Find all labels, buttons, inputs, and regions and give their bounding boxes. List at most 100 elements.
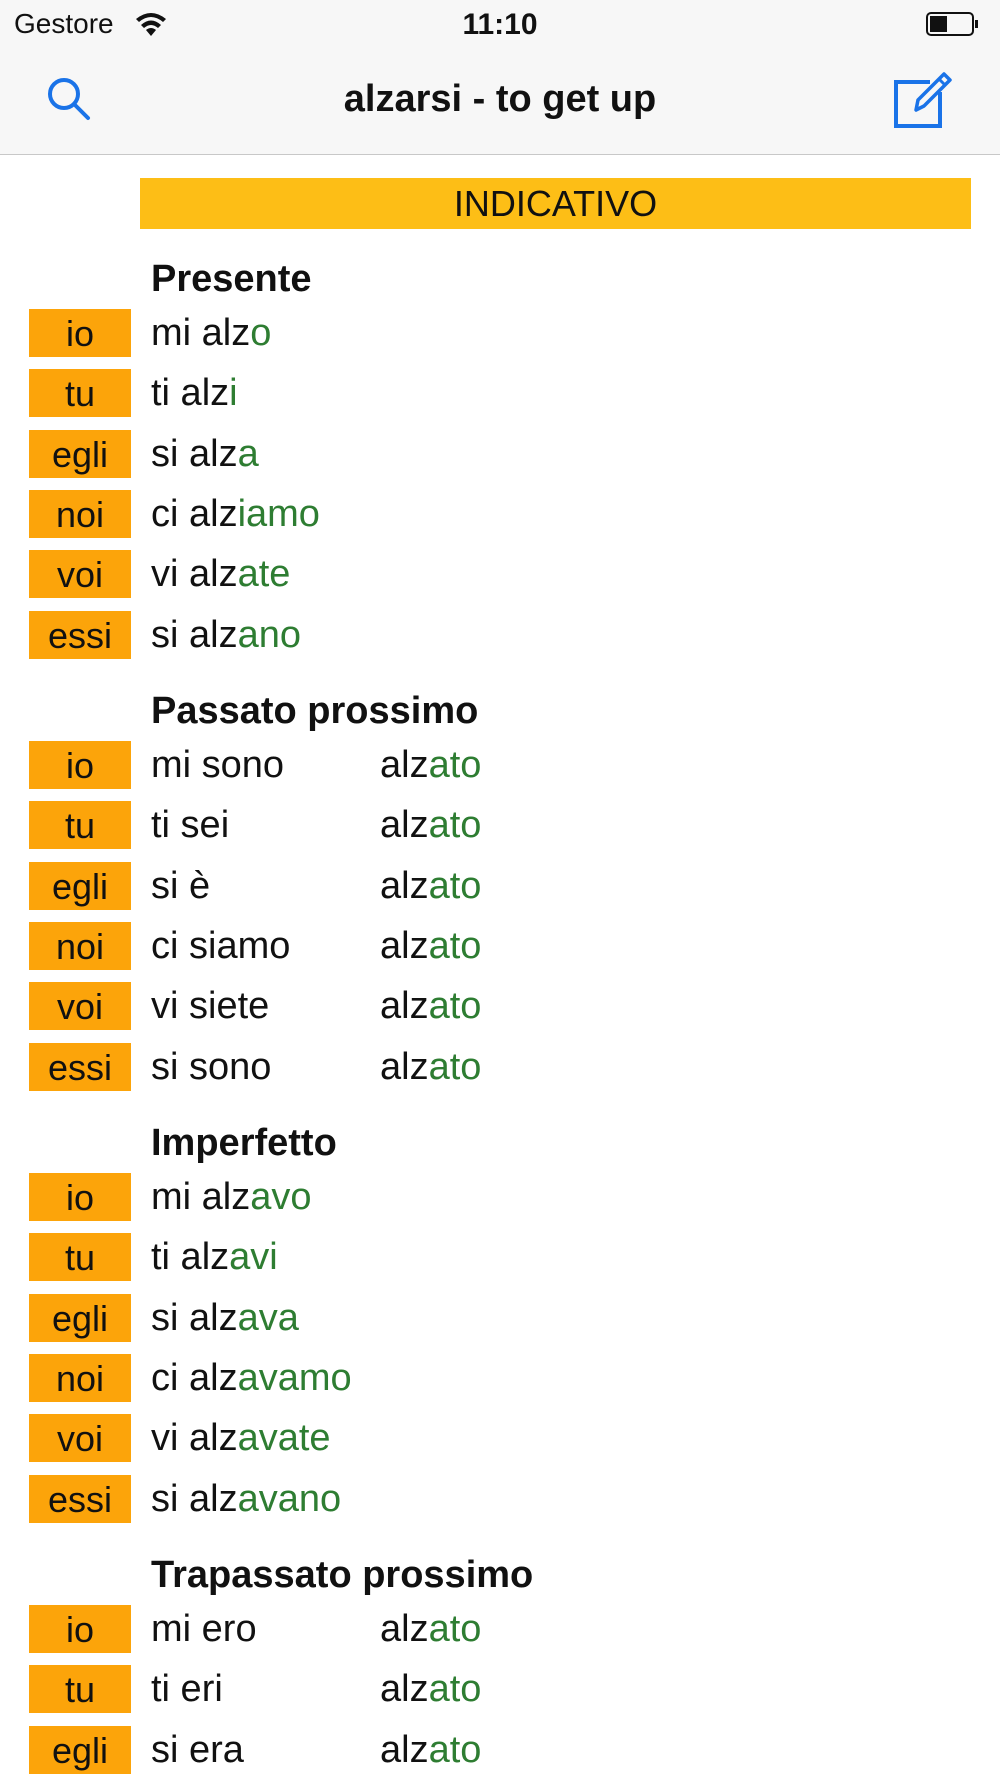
participle-stem: alz <box>380 744 429 786</box>
pronoun-label: io <box>29 309 131 357</box>
past-participle: alzato <box>380 801 481 849</box>
verb-form: ci alziamo <box>151 490 320 538</box>
verb-ending: i <box>229 372 238 414</box>
pronoun-label: io <box>29 1605 131 1653</box>
participle-ending: ato <box>428 1046 482 1088</box>
participle-stem: alz <box>380 925 429 967</box>
verb-ending: o <box>250 312 272 354</box>
verb-stem: si alz <box>151 433 238 475</box>
participle-stem: alz <box>380 1608 429 1650</box>
auxiliary-form: mi sono <box>151 744 285 786</box>
verb-ending: ano <box>237 614 301 656</box>
pronoun-label: noi <box>29 1354 131 1402</box>
verb-form: mi alzavo <box>151 1173 312 1221</box>
auxiliary-form: ci siamo <box>151 925 291 967</box>
verb-ending: ava <box>237 1297 299 1339</box>
navigation-bar: alzarsi - to get up <box>0 50 1000 155</box>
verb-form: si alzano <box>151 611 301 659</box>
verb-ending: iamo <box>237 493 320 535</box>
section-title: Imperfetto <box>151 1122 337 1164</box>
participle-stem: alz <box>380 985 429 1027</box>
participle-stem: alz <box>380 804 429 846</box>
auxiliary-form: ti sei <box>151 804 230 846</box>
verb-form: ci alzavamo <box>151 1354 352 1402</box>
verb-form: vi alzavate <box>151 1414 331 1462</box>
past-participle: alzato <box>380 741 481 789</box>
participle-ending: ato <box>428 865 482 907</box>
participle-stem: alz <box>380 1046 429 1088</box>
verb-stem: ci alz <box>151 493 238 535</box>
pronoun-label: egli <box>29 862 131 910</box>
pronoun-label: tu <box>29 1233 131 1281</box>
participle-stem: alz <box>380 1729 429 1771</box>
past-participle: alzato <box>380 862 481 910</box>
pronoun-label: noi <box>29 490 131 538</box>
status-bar: Gestore 11:10 <box>0 0 1000 50</box>
participle-ending: ato <box>428 985 482 1027</box>
past-participle: alzato <box>380 1605 481 1653</box>
verb-stem: mi alz <box>151 1176 251 1218</box>
page-title: alzarsi - to get up <box>343 78 657 120</box>
verb-ending: avano <box>237 1478 342 1520</box>
verb-form: si alzava <box>151 1294 299 1342</box>
pronoun-label: voi <box>29 550 131 598</box>
mood-header: INDICATIVO <box>140 178 971 229</box>
participle-ending: ato <box>428 925 482 967</box>
participle-ending: ato <box>428 1668 482 1710</box>
verb-ending: ate <box>237 553 291 595</box>
participle-stem: alz <box>380 865 429 907</box>
verb-form: ti alzi <box>151 369 238 417</box>
verb-ending: a <box>237 433 259 475</box>
participle-stem: alz <box>380 1668 429 1710</box>
verb-stem: ci alz <box>151 1357 238 1399</box>
pronoun-label: essi <box>29 1043 131 1091</box>
participle-ending: ato <box>428 1729 482 1771</box>
past-participle: alzato <box>380 922 481 970</box>
pronoun-label: essi <box>29 611 131 659</box>
verb-ending: avamo <box>237 1357 352 1399</box>
pronoun-label: tu <box>29 801 131 849</box>
auxiliary-form: si sono <box>151 1046 272 1088</box>
past-participle: alzato <box>380 1726 481 1774</box>
verb-form: mi alzo <box>151 309 271 357</box>
pronoun-label: io <box>29 741 131 789</box>
verb-stem: si alz <box>151 1297 238 1339</box>
section-title: Presente <box>151 258 312 300</box>
section-title: Trapassato prossimo <box>151 1554 534 1596</box>
verb-stem: vi alz <box>151 1417 238 1459</box>
past-participle: alzato <box>380 982 481 1030</box>
pronoun-label: noi <box>29 922 131 970</box>
pronoun-label: io <box>29 1173 131 1221</box>
verb-stem: mi alz <box>151 312 251 354</box>
auxiliary-form: ti eri <box>151 1668 223 1710</box>
verb-form: si alza <box>151 430 259 478</box>
past-participle: alzato <box>380 1665 481 1713</box>
status-time: 11:10 <box>462 8 538 41</box>
pronoun-label: essi <box>29 1475 131 1523</box>
participle-ending: ato <box>428 804 482 846</box>
auxiliary-form: si era <box>151 1729 244 1771</box>
verb-ending: avo <box>250 1176 312 1218</box>
pronoun-label: tu <box>29 1665 131 1713</box>
auxiliary-form: mi ero <box>151 1608 257 1650</box>
verb-stem: vi alz <box>151 553 238 595</box>
section-title: Passato prossimo <box>151 690 479 732</box>
verb-ending: avi <box>229 1236 278 1278</box>
verb-ending: avate <box>237 1417 331 1459</box>
verb-stem: ti alz <box>151 372 230 414</box>
pronoun-label: voi <box>29 982 131 1030</box>
verb-form: ti alzavi <box>151 1233 278 1281</box>
verb-stem: si alz <box>151 1478 238 1520</box>
pronoun-label: tu <box>29 369 131 417</box>
verb-form: vi alzate <box>151 550 290 598</box>
pronoun-label: egli <box>29 430 131 478</box>
edit-icon[interactable] <box>892 68 954 130</box>
pronoun-label: egli <box>29 1294 131 1342</box>
auxiliary-form: vi siete <box>151 985 270 1027</box>
pronoun-label: egli <box>29 1726 131 1774</box>
battery-icon <box>926 12 978 36</box>
pronoun-label: voi <box>29 1414 131 1462</box>
verb-stem: si alz <box>151 614 238 656</box>
past-participle: alzato <box>380 1043 481 1091</box>
participle-ending: ato <box>428 1608 482 1650</box>
